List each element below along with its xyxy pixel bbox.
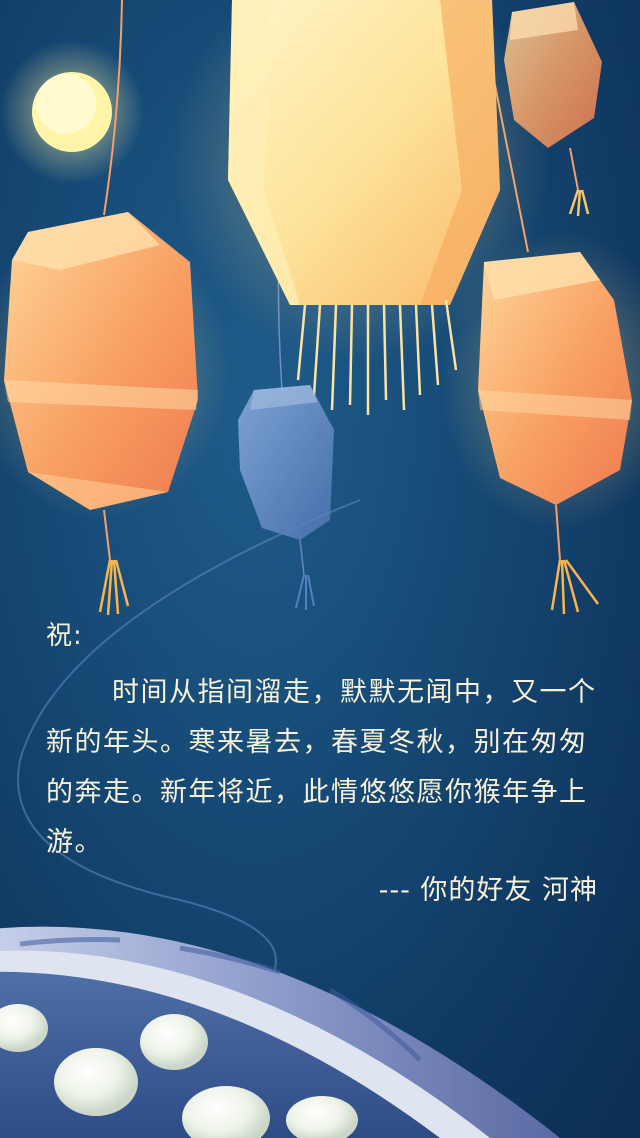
tangyuan-bowl xyxy=(0,926,560,1138)
blue-lantern xyxy=(238,385,334,610)
message-body: 时间从指间溜走，默默无闻中，又一个新的年头。寒来暑去，春夏冬秋，别在匆匆的奔走。… xyxy=(46,677,597,858)
right-lantern xyxy=(440,230,640,615)
moon xyxy=(0,40,144,184)
greeting-card: 祝: 时间从指间溜走，默默无闻中，又一个新的年头。寒来暑去，春夏冬秋，别在匆匆的… xyxy=(0,0,640,1138)
greeting-line: 祝: xyxy=(46,621,83,651)
signature: --- 你的好友 河神 xyxy=(378,875,598,906)
left-lantern xyxy=(0,212,230,616)
lantern-illustration xyxy=(0,0,640,1138)
